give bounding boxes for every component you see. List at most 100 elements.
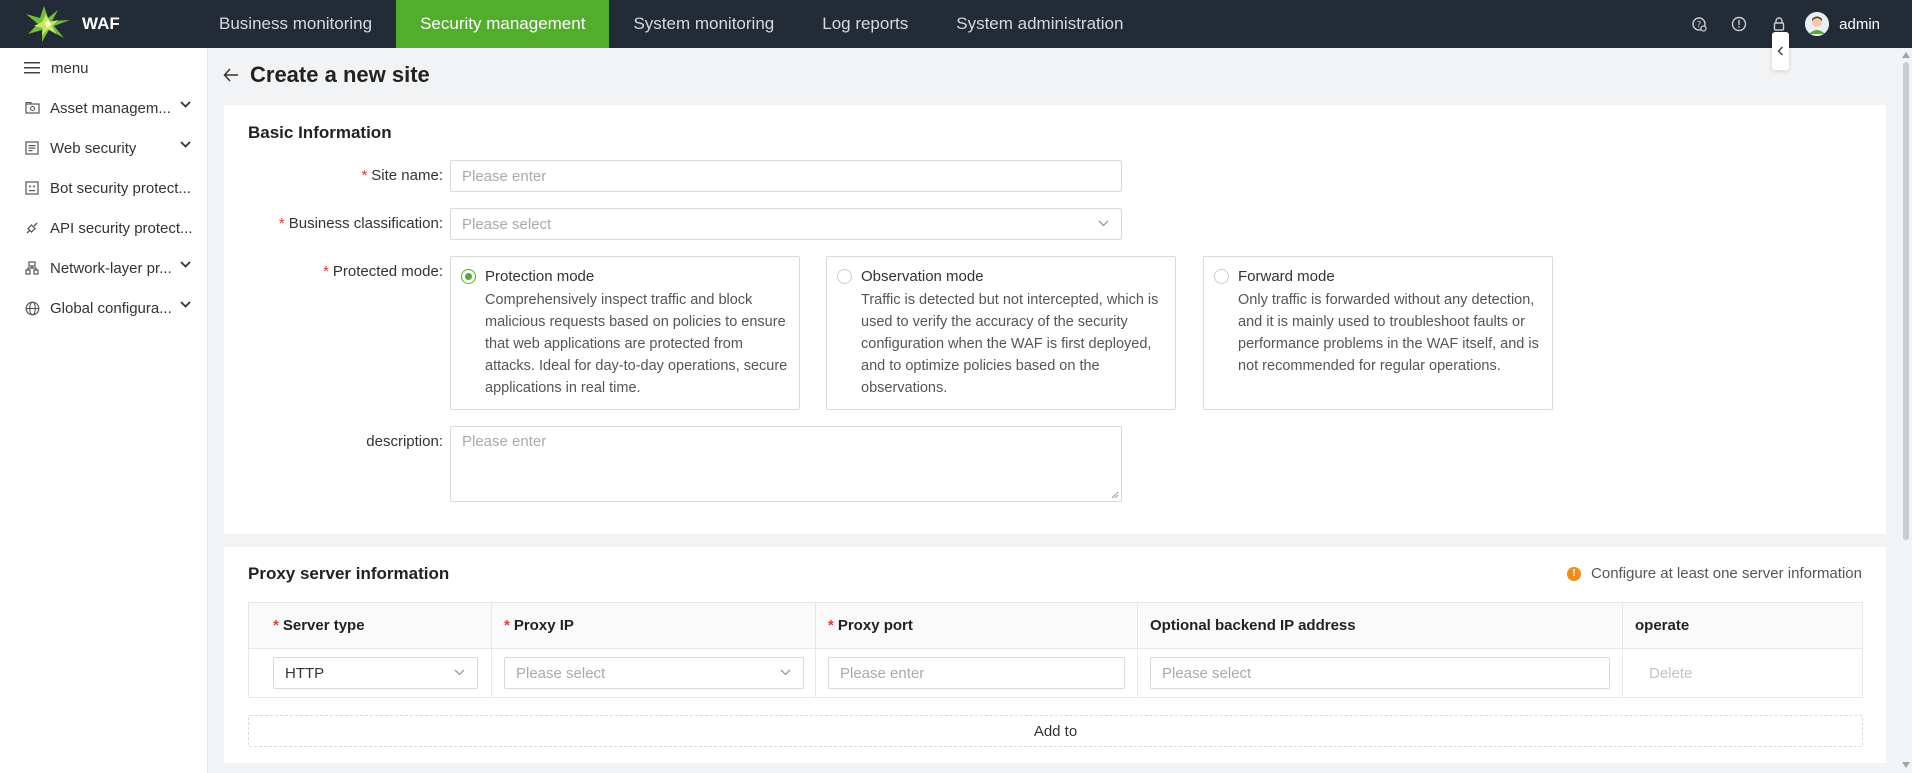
menu-toggle[interactable]: menu <box>0 48 207 88</box>
server-type-value: HTTP <box>285 664 325 682</box>
hint-text: Configure at least one server informatio… <box>1591 565 1862 582</box>
mode-title: Protection mode <box>485 268 595 285</box>
proxy-ip-placeholder: Please select <box>516 664 606 682</box>
help-support-icon[interactable]: ? <box>1679 0 1719 48</box>
chevron-down-icon <box>454 669 465 676</box>
column-header-proxy-port: * Proxy port <box>816 603 1138 648</box>
required-marker: * <box>273 617 279 634</box>
sidebar-item-asset-management[interactable]: Asset managem... <box>0 88 207 128</box>
mode-option-forward[interactable]: Forward mode Only traffic is forwarded w… <box>1203 256 1553 410</box>
column-title: operate <box>1635 617 1690 634</box>
required-marker: * <box>504 617 510 634</box>
chevron-down-icon <box>180 261 191 268</box>
proxy-server-card: Proxy server information ! Configure at … <box>224 547 1886 763</box>
proxy-port-input[interactable]: Please enter <box>828 657 1125 689</box>
mode-option-protection[interactable]: Protection mode Comprehensively inspect … <box>450 256 800 410</box>
delete-button[interactable]: Delete <box>1649 665 1692 682</box>
scrollbar-thumb[interactable] <box>1903 62 1909 540</box>
mode-title: Observation mode <box>861 268 984 285</box>
sidebar-item-label: Network-layer pr... <box>50 259 172 277</box>
mode-title: Forward mode <box>1238 268 1335 285</box>
chevron-down-icon <box>1098 220 1109 227</box>
user-name[interactable]: admin <box>1839 16 1880 33</box>
proxy-ip-select[interactable]: Please select <box>504 657 804 689</box>
sidebar-item-label: Bot security protect... <box>50 179 191 197</box>
user-avatar-icon <box>1805 12 1830 36</box>
radio-protection-mode[interactable] <box>461 269 476 284</box>
section-title: Basic Information <box>248 123 392 142</box>
sidebar-item-label: API security protect... <box>50 219 193 237</box>
business-classification-select[interactable]: Please select <box>450 208 1122 240</box>
sidebar-item-global-configuration[interactable]: Global configura... <box>0 288 207 328</box>
sidebar-item-bot-security[interactable]: Bot security protect... <box>0 168 207 208</box>
basic-information-card: Basic Information * Site name: Please ent… <box>224 105 1886 534</box>
column-title: Server type <box>282 617 365 634</box>
required-marker: * <box>278 215 285 232</box>
column-header-backend-ip: Optional backend IP address <box>1138 603 1623 648</box>
network-icon <box>24 260 40 276</box>
menu-label: menu <box>51 59 89 77</box>
bot-icon <box>24 180 40 196</box>
main-nav: Business monitoring Security management … <box>195 0 1147 48</box>
nav-system-monitoring[interactable]: System monitoring <box>609 0 798 48</box>
column-header-server-type: * Server type <box>249 603 492 648</box>
column-header-proxy-ip: * Proxy IP <box>492 603 816 648</box>
business-classification-placeholder: Please select <box>462 215 552 233</box>
scroll-down-icon[interactable] <box>1902 762 1910 768</box>
back-arrow-icon[interactable] <box>223 68 239 82</box>
chevron-down-icon <box>180 101 191 108</box>
protected-mode-label-text: Protected mode <box>332 263 439 280</box>
web-security-icon <box>24 140 40 156</box>
chevron-left-icon <box>1777 46 1784 56</box>
collapse-sidebar-button[interactable] <box>1772 32 1789 70</box>
warning-icon: ! <box>1567 566 1582 581</box>
description-textarea[interactable]: Please enter <box>450 426 1122 502</box>
radio-forward-mode[interactable] <box>1214 269 1229 284</box>
hamburger-icon <box>24 62 40 74</box>
site-name-input[interactable]: Please enter <box>450 160 1122 192</box>
page-title: Create a new site <box>250 62 430 87</box>
sidebar-item-label: Global configura... <box>50 299 172 317</box>
info-icon[interactable] <box>1719 0 1759 48</box>
operate-cell: Delete <box>1623 649 1862 697</box>
business-classification-label: * Business classification: <box>278 215 443 232</box>
required-marker: * <box>323 263 329 280</box>
server-type-select[interactable]: HTTP <box>273 657 478 689</box>
sidebar-item-network-layer[interactable]: Network-layer pr... <box>0 248 207 288</box>
table-row: HTTP Please select Please enter Please s… <box>249 649 1862 697</box>
column-header-operate: operate <box>1623 603 1862 648</box>
column-title: Optional backend IP address <box>1150 617 1356 634</box>
scroll-up-icon[interactable] <box>1902 52 1910 58</box>
top-navigation-bar: WAF Business monitoring Security managem… <box>0 0 1912 48</box>
protected-mode-label: * Protected mode: <box>323 263 443 280</box>
site-name-label-text: Site name <box>371 167 439 184</box>
column-title: Proxy IP <box>513 617 574 634</box>
page-header: Create a new site <box>223 62 430 88</box>
mode-option-observation[interactable]: Observation mode Traffic is detected but… <box>826 256 1176 410</box>
nav-business-monitoring[interactable]: Business monitoring <box>195 0 396 48</box>
api-icon <box>24 220 40 236</box>
nav-security-management[interactable]: Security management <box>396 0 610 48</box>
proxy-ip-cell: Please select <box>492 649 816 697</box>
backend-ip-select[interactable]: Please select <box>1150 657 1610 689</box>
site-name-label: * Site name: <box>361 167 443 184</box>
chevron-down-icon <box>180 141 191 148</box>
add-server-button[interactable]: Add to <box>248 715 1863 747</box>
business-classification-label-text: Business classification <box>288 215 439 232</box>
column-title: Proxy port <box>837 617 913 634</box>
sidebar-item-web-security[interactable]: Web security <box>0 128 207 168</box>
sidebar-item-api-security[interactable]: API security protect... <box>0 208 207 248</box>
nav-system-administration[interactable]: System administration <box>932 0 1147 48</box>
mode-description: Only traffic is forwarded without any de… <box>1238 292 1539 374</box>
site-name-placeholder: Please enter <box>462 167 547 185</box>
sidebar-item-label: Web security <box>50 139 137 157</box>
radio-observation-mode[interactable] <box>837 269 852 284</box>
backend-ip-placeholder: Please select <box>1162 664 1252 682</box>
avatar[interactable] <box>1805 12 1830 36</box>
logo-text: WAF <box>82 14 120 33</box>
mode-description: Traffic is detected but not intercepted,… <box>861 292 1159 396</box>
resize-handle-icon[interactable] <box>1111 491 1119 499</box>
nav-log-reports[interactable]: Log reports <box>798 0 932 48</box>
logo[interactable]: WAF <box>0 0 176 48</box>
asset-icon <box>24 100 40 116</box>
